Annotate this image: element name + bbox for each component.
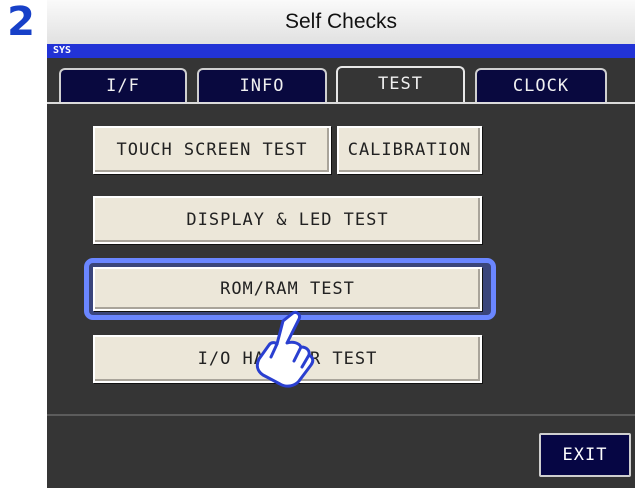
sys-bar: SYS bbox=[47, 44, 635, 58]
rom-ram-test-button[interactable]: ROM/RAM TEST bbox=[93, 267, 482, 311]
tab-bar: I/F INFO TEST CLOCK bbox=[47, 58, 635, 104]
exit-button[interactable]: EXIT bbox=[539, 433, 631, 477]
tab-test[interactable]: TEST bbox=[336, 66, 465, 104]
title-bar: Self Checks bbox=[47, 0, 635, 45]
tab-if[interactable]: I/F bbox=[59, 68, 187, 102]
screen-title: Self Checks bbox=[284, 10, 398, 33]
touch-screen-test-button[interactable]: TOUCH SCREEN TEST bbox=[93, 126, 331, 174]
step-number: 2 bbox=[7, 0, 35, 45]
test-panel: TOUCH SCREEN TEST CALIBRATION DISPLAY & … bbox=[47, 102, 635, 488]
display-led-test-button[interactable]: DISPLAY & LED TEST bbox=[93, 196, 482, 244]
tab-info[interactable]: INFO bbox=[197, 68, 327, 102]
tab-clock[interactable]: CLOCK bbox=[475, 68, 607, 102]
device-screen: Self Checks SYS I/F INFO TEST CLOCK TOUC… bbox=[47, 0, 635, 488]
sys-label: SYS bbox=[53, 45, 72, 56]
calibration-button[interactable]: CALIBRATION bbox=[337, 126, 482, 174]
pointing-hand-icon bbox=[255, 311, 315, 388]
separator bbox=[47, 414, 635, 416]
